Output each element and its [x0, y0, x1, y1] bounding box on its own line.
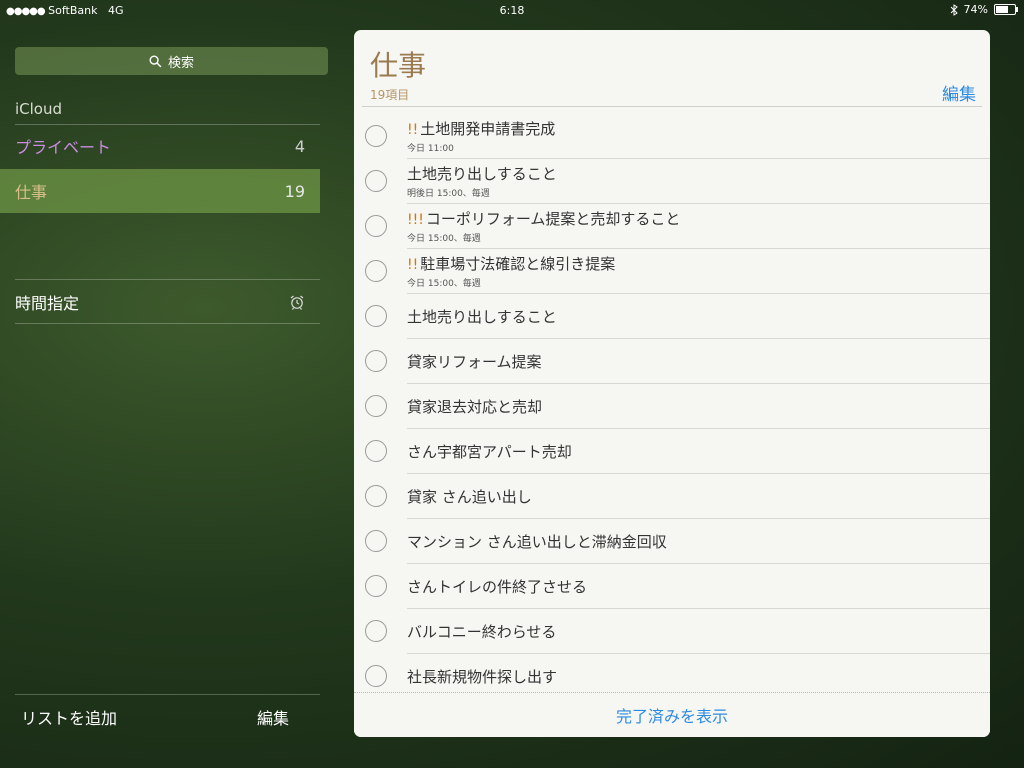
- task-row[interactable]: バルコニー終わらせる: [365, 609, 990, 654]
- task-title[interactable]: 土地売り出しすること: [407, 306, 557, 327]
- priority-marker: !!: [407, 257, 419, 273]
- task-row[interactable]: !!! コーポリフォーム提案と売却すること今日 15:00、毎週: [365, 204, 990, 249]
- divider: [362, 106, 982, 107]
- task-row[interactable]: !! 土地開発申請書完成今日 11:00: [365, 114, 990, 159]
- battery-icon: [994, 4, 1018, 15]
- task-text: バルコニー終わらせる: [407, 623, 557, 641]
- task-text: 土地売り出しすること: [407, 308, 557, 326]
- task-checkbox[interactable]: [365, 305, 387, 327]
- task-row[interactable]: さん宇都宮アパート売却: [365, 429, 990, 474]
- task-title[interactable]: !!! コーポリフォーム提案と売却すること: [407, 208, 680, 229]
- task-text: 土地開発申請書完成: [420, 120, 556, 138]
- task-checkbox[interactable]: [365, 620, 387, 642]
- list-count: 19: [284, 181, 305, 201]
- task-checkbox[interactable]: [365, 665, 387, 687]
- task-text: 貸家退去対応と売却: [407, 398, 543, 416]
- task-title[interactable]: !! 駐車場寸法確認と線引き提案: [407, 253, 615, 274]
- task-title[interactable]: 貸家 さん追い出し: [407, 486, 532, 507]
- task-row[interactable]: 土地売り出しすること明後日 15:00、毎週: [365, 159, 990, 204]
- task-row[interactable]: 貸家 さん追い出し: [365, 474, 990, 519]
- list-count: 4: [294, 136, 305, 156]
- task-checkbox[interactable]: [365, 575, 387, 597]
- task-checkbox[interactable]: [365, 530, 387, 552]
- task-checkbox[interactable]: [365, 395, 387, 417]
- status-bar: ●●●●● SoftBank 4G 6:18 74%: [0, 0, 1024, 22]
- search-field[interactable]: 検索: [15, 47, 328, 75]
- task-checkbox[interactable]: [365, 215, 387, 237]
- task-due-date: 今日 15:00、毎週: [407, 234, 481, 244]
- sidebar-toolbar: リストを追加 編集: [0, 695, 320, 739]
- list-name: 仕事: [15, 183, 48, 202]
- task-title[interactable]: 土地売り出しすること: [407, 163, 557, 184]
- priority-marker: !!: [407, 122, 419, 138]
- task-title[interactable]: 貸家リフォーム提案: [407, 351, 542, 372]
- item-count: 19項目: [370, 88, 410, 102]
- task-checkbox[interactable]: [365, 440, 387, 462]
- task-row[interactable]: !! 駐車場寸法確認と線引き提案今日 15:00、毎週: [365, 249, 990, 294]
- task-text: さんトイレの件終了させる: [407, 578, 588, 596]
- task-text: コーポリフォーム提案と売却すること: [425, 210, 681, 228]
- task-row[interactable]: 土地売り出しすること: [365, 294, 990, 339]
- task-due-date: 今日 15:00、毎週: [407, 279, 481, 289]
- sidebar-item-scheduled[interactable]: 時間指定: [0, 280, 320, 324]
- task-due-date: 明後日 15:00、毎週: [407, 189, 490, 199]
- priority-marker: !!!: [407, 212, 424, 228]
- task-row[interactable]: 貸家リフォーム提案: [365, 339, 990, 384]
- task-checkbox[interactable]: [365, 350, 387, 372]
- alarm-clock-icon: [290, 295, 304, 310]
- status-right: 74%: [950, 3, 1018, 16]
- task-row[interactable]: 貸家退去対応と売却: [365, 384, 990, 429]
- task-checkbox[interactable]: [365, 260, 387, 282]
- battery-percent: 74%: [963, 3, 988, 16]
- task-due-date: 今日 11:00: [407, 144, 454, 154]
- task-text: 貸家リフォーム提案: [407, 353, 542, 371]
- edit-lists-button[interactable]: 編集: [257, 705, 289, 729]
- reminders-panel: 仕事 19項目 編集 !! 土地開発申請書完成 今日 11:00 土地売り出しすること…: [354, 30, 990, 737]
- clock: 6:18: [499, 4, 525, 17]
- task-title[interactable]: !! 土地開発申請書完成: [407, 118, 555, 139]
- task-text: 土地売り出しすること: [407, 165, 557, 183]
- edit-button[interactable]: 編集: [942, 80, 976, 105]
- task-checkbox[interactable]: [365, 170, 387, 192]
- bluetooth-icon: [950, 3, 958, 16]
- task-row[interactable]: マンション さん追い出しと滞納金回収: [365, 519, 990, 564]
- scheduled-label: 時間指定: [15, 294, 80, 313]
- sidebar-item-work[interactable]: 仕事 19: [0, 169, 320, 213]
- show-completed-button[interactable]: 完了済みを表示: [354, 692, 990, 737]
- account-section-label: iCloud: [15, 100, 63, 118]
- task-title[interactable]: さんトイレの件終了させる: [407, 576, 587, 597]
- list-title: 仕事: [370, 49, 427, 82]
- task-checkbox[interactable]: [365, 485, 387, 507]
- task-row[interactable]: さんトイレの件終了させる: [365, 564, 990, 609]
- list-name: プライベート: [15, 138, 112, 157]
- task-text: 駐車場寸法確認と線引き提案: [420, 255, 616, 273]
- task-text: 貸家 さん追い出し: [407, 488, 532, 506]
- task-text: さん宇都宮アパート売却: [407, 443, 572, 461]
- task-title[interactable]: 貸家退去対応と売却: [407, 396, 542, 417]
- task-title[interactable]: マンション さん追い出しと滞納金回収: [407, 531, 667, 552]
- search-label: 検索: [167, 55, 194, 71]
- search-icon: [149, 55, 162, 67]
- task-title[interactable]: さん宇都宮アパート売却: [407, 441, 572, 462]
- task-title[interactable]: バルコニー終わらせる: [407, 621, 556, 642]
- add-list-button[interactable]: リストを追加: [21, 705, 117, 729]
- task-text: マンション さん追い出しと滞納金回収: [407, 533, 667, 551]
- task-text: 社長新規物件探し出す: [407, 668, 558, 686]
- task-checkbox[interactable]: [365, 125, 387, 147]
- divider: [15, 323, 320, 324]
- sidebar-item-private[interactable]: プライベート 4: [0, 124, 320, 168]
- task-list: !! 土地開発申請書完成 今日 11:00 土地売り出しすること 明後日 15:00、毎…: [354, 114, 990, 699]
- task-title[interactable]: 社長新規物件探し出す: [407, 666, 557, 687]
